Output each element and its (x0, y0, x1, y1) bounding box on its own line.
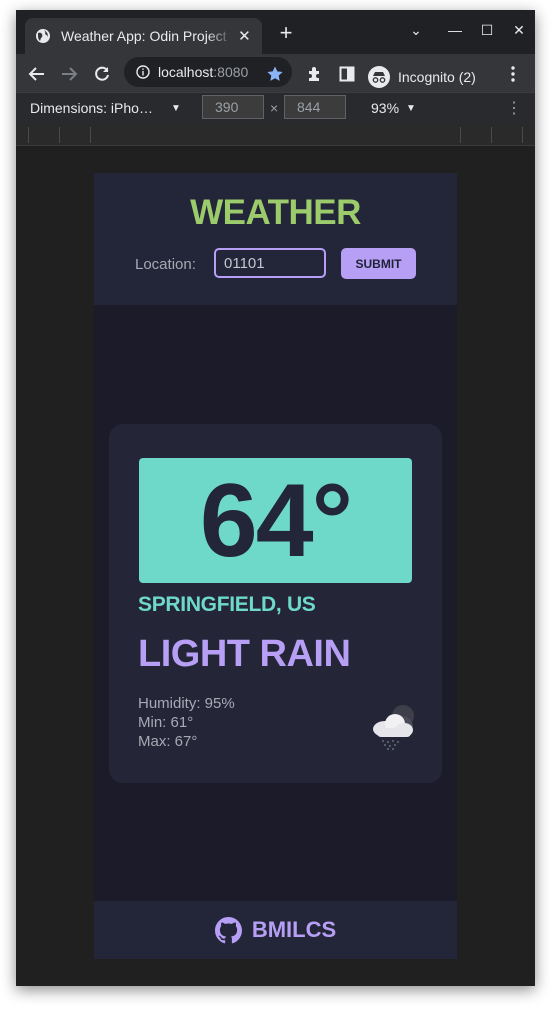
forward-arrow-icon (62, 67, 78, 81)
globe-icon (36, 29, 50, 43)
temperature-value: 64° (199, 462, 353, 579)
media-query-bar[interactable] (16, 124, 535, 146)
zoom-dropdown-icon[interactable]: ▼ (406, 103, 416, 114)
star-icon (267, 66, 283, 81)
ruler-tick (28, 127, 29, 143)
maximize-icon[interactable]: ☐ (477, 22, 497, 39)
browser-toolbar: localhost:8080 Incognito (2) (16, 54, 535, 92)
tab-close-icon[interactable]: ✕ (237, 27, 252, 45)
max-temp-value: Max: 67° (138, 733, 198, 750)
cloud-rain-icon (373, 705, 414, 751)
url-host: localhost (158, 64, 214, 80)
dimension-separator: × (270, 100, 279, 116)
extensions-button[interactable] (304, 63, 326, 85)
incognito-icon (368, 66, 390, 88)
profile-label: Incognito (2) (398, 69, 476, 85)
minimize-icon[interactable]: — (445, 22, 465, 38)
temperature-box: 64° (139, 458, 412, 583)
reload-icon (95, 66, 109, 81)
browser-menu-button[interactable] (502, 63, 524, 85)
location-input[interactable] (214, 248, 326, 278)
browser-tab[interactable]: Weather App: Odin Project ✕ (25, 18, 262, 54)
device-select[interactable]: Dimensions: iPho… (30, 100, 153, 116)
close-window-icon[interactable]: ✕ (509, 22, 529, 39)
weather-app: WEATHER Location: SUBMIT 64° SPRINGFIELD… (94, 173, 457, 959)
device-options-icon[interactable]: ⋮ (506, 98, 522, 118)
footer-username[interactable]: BMILCS (252, 917, 336, 943)
ruler-tick (59, 127, 60, 143)
back-button[interactable] (26, 63, 48, 85)
ruler-tick (460, 127, 461, 143)
width-input[interactable]: 390 (202, 95, 264, 119)
info-icon (136, 65, 150, 79)
min-temp-value: Min: 61° (138, 714, 194, 731)
zoom-select[interactable]: 93% (371, 100, 399, 116)
incognito-profile[interactable]: Incognito (2) (368, 66, 476, 88)
back-arrow-icon (28, 67, 44, 81)
tab-strip: Weather App: Odin Project ✕ + ⌄ — ☐ ✕ (16, 10, 535, 54)
page-title: WEATHER (190, 193, 361, 232)
ruler-tick (491, 127, 492, 143)
tab-search-icon[interactable]: ⌄ (406, 22, 426, 39)
puzzle-icon (309, 67, 319, 81)
reload-button[interactable] (91, 63, 113, 85)
height-input[interactable]: 844 (284, 95, 346, 119)
side-panel-icon (339, 66, 355, 82)
kebab-menu-icon (511, 66, 515, 82)
ruler-tick (90, 127, 91, 143)
bookmark-button[interactable] (264, 63, 286, 85)
location-label: Location: (135, 256, 196, 273)
submit-button[interactable]: SUBMIT (341, 248, 416, 279)
forward-button[interactable] (58, 63, 80, 85)
app-header: WEATHER Location: SUBMIT (94, 173, 457, 305)
url-port: :8080 (213, 64, 249, 80)
device-dropdown-icon[interactable]: ▼ (171, 103, 181, 114)
new-tab-icon[interactable]: + (276, 22, 296, 44)
weather-stats: Humidity: 95% Min: 61° Max: 67° (138, 694, 235, 751)
city-name: SPRINGFIELD, US (138, 593, 316, 616)
github-icon (214, 916, 242, 943)
ruler-tick (522, 127, 523, 143)
weather-card: 64° SPRINGFIELD, US LIGHT RAIN Humidity:… (109, 424, 442, 783)
browser-window: Weather App: Odin Project ✕ + ⌄ — ☐ ✕ lo… (16, 10, 535, 986)
app-footer[interactable]: BMILCS (94, 901, 457, 959)
side-panel-button[interactable] (336, 63, 358, 85)
weather-condition: LIGHT RAIN (138, 633, 351, 675)
humidity-value: Humidity: 95% (138, 695, 235, 712)
tab-title: Weather App: Odin Project (61, 28, 227, 44)
device-toolbar: Dimensions: iPho… ▼ 390 × 844 93% ▼ ⋮ (16, 92, 535, 124)
